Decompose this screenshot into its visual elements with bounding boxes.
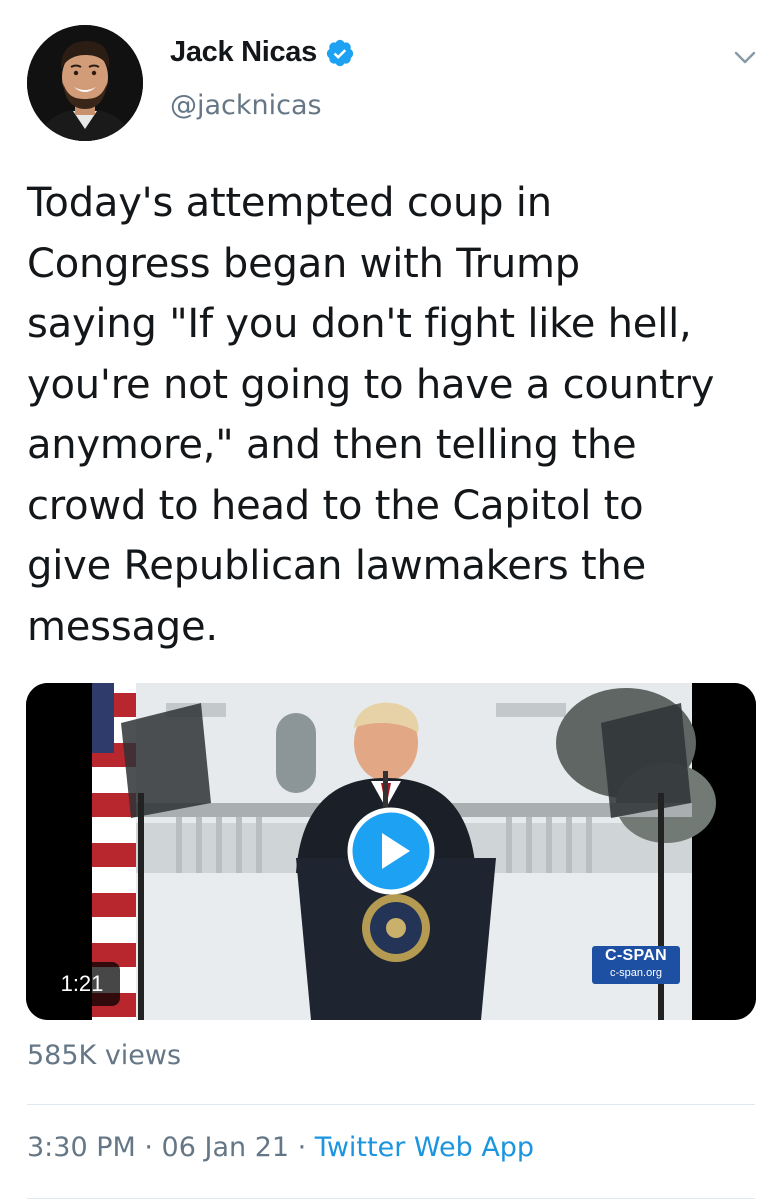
play-icon [347, 807, 435, 895]
view-count: 585K views [27, 1040, 182, 1071]
cspan-url: c-span.org [610, 967, 662, 979]
avatar[interactable] [27, 25, 143, 141]
author-handle[interactable]: @jacknicas [170, 90, 322, 121]
video-player[interactable]: C-SPAN c-span.org 1:21 [26, 683, 756, 1020]
video-duration-badge: 1:21 [44, 962, 120, 1006]
tweet-text: Today's attempted coup in Congress began… [27, 180, 715, 650]
meta-separator: · [289, 1132, 315, 1163]
divider [27, 1198, 755, 1199]
cspan-brand: C-SPAN [605, 947, 667, 964]
tweet-time[interactable]: 3:30 PM [27, 1132, 136, 1163]
chevron-down-icon[interactable] [732, 44, 758, 70]
tweet-date[interactable]: 06 Jan 21 [162, 1132, 290, 1163]
tweet-source-link[interactable]: Twitter Web App [315, 1132, 534, 1163]
author-name-row[interactable]: Jack Nicas [170, 36, 355, 69]
cspan-watermark: C-SPAN c-span.org [592, 946, 680, 984]
play-button[interactable] [347, 807, 435, 895]
verified-badge-icon [325, 38, 355, 68]
author-name[interactable]: Jack Nicas [170, 36, 317, 69]
divider [27, 1104, 755, 1105]
meta-separator: · [135, 1132, 162, 1163]
tweet-metadata: 3:30 PM · 06 Jan 21 · Twitter Web App [27, 1132, 534, 1163]
